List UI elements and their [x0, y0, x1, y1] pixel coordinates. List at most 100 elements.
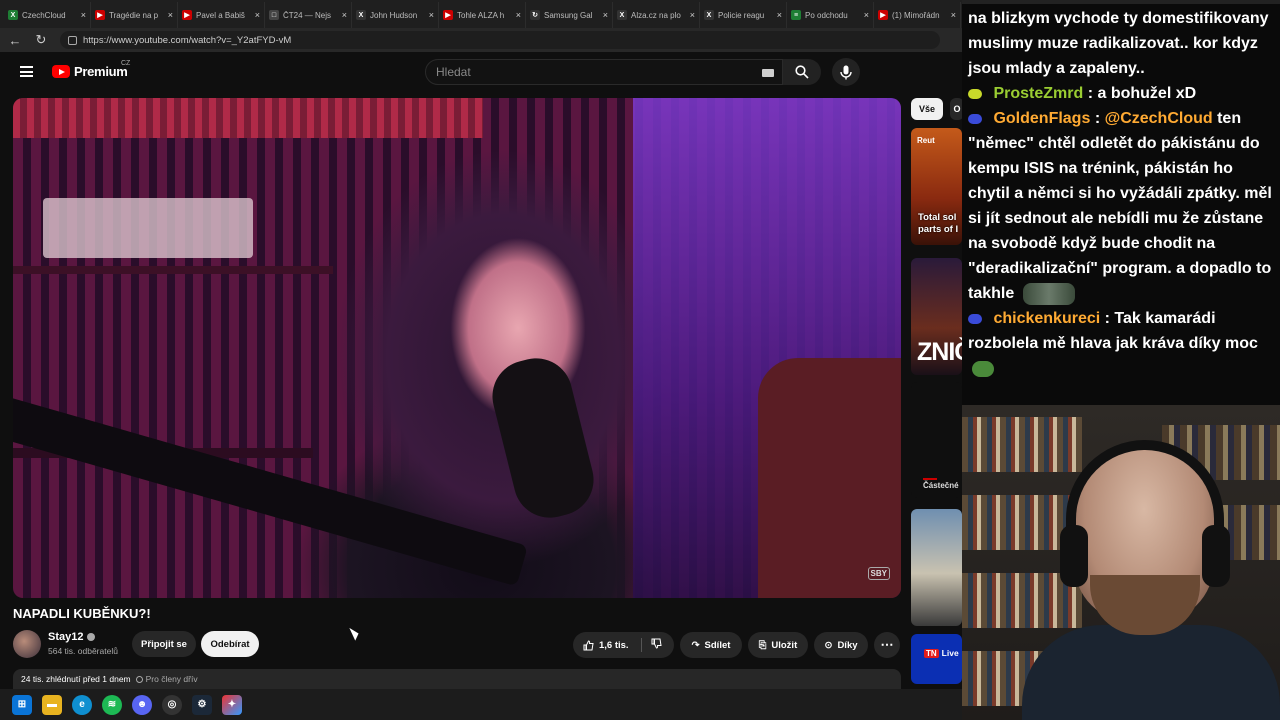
browser-tab[interactable]: ↻ Samsung Gal × — [526, 2, 613, 28]
chat-top-strip — [962, 0, 1280, 4]
tab-favicon-icon: ↻ — [530, 10, 540, 20]
tab-label: John Hudson — [370, 10, 418, 20]
browser-tab[interactable]: ≡ Po odchodu × — [787, 2, 874, 28]
dislike-icon[interactable] — [651, 638, 662, 649]
chat-badge-icon — [968, 313, 982, 324]
close-tab-icon[interactable]: × — [168, 10, 173, 20]
close-tab-icon[interactable]: × — [951, 10, 956, 20]
browser-tab[interactable]: X CzechCloud × — [4, 2, 91, 28]
thanks-button[interactable]: ⊙ Díky — [814, 632, 868, 658]
thumbnail-caption: Částečné — [923, 481, 959, 490]
search-button[interactable] — [783, 59, 821, 85]
share-button[interactable]: ↷ Sdílet — [680, 632, 742, 658]
browser-tab[interactable]: ▶ Tragédie na p × — [91, 2, 178, 28]
mouse-cursor — [349, 625, 361, 641]
browser-tab[interactable]: X John Hudson × — [352, 2, 439, 28]
chat-message: ProsteZmrd : a bohužel xD — [968, 81, 1274, 106]
video-title: NAPADLI KUBĚNKU?! — [13, 606, 151, 621]
bookmark-icon: ⎘ — [758, 639, 767, 651]
super-thanks-icon: ⊙ — [824, 639, 833, 651]
chip-all[interactable]: Vše — [911, 98, 943, 120]
recommended-video-thumbnail[interactable]: Reut Total sol parts of I — [911, 128, 962, 245]
tab-favicon-icon: ▶ — [443, 10, 453, 20]
more-actions-button[interactable]: ⋯ — [874, 632, 900, 658]
headphone-cup — [1060, 525, 1088, 587]
tn-logo: TN — [924, 648, 939, 658]
chat-message-text: : a bohužel xD — [1087, 85, 1197, 102]
reload-icon[interactable]: ↻ — [34, 32, 48, 48]
obs-icon[interactable]: ◎ — [162, 694, 182, 715]
channel-avatar[interactable] — [13, 630, 41, 658]
youtube-premium-logo[interactable]: Premium CZ — [52, 60, 130, 79]
browser-tab[interactable]: ▶ Tohle ALZA h × — [439, 2, 526, 28]
screen: X CzechCloud × ▶ Tragédie na p × ▶ Pavel a Babi… — [0, 0, 1280, 720]
join-button[interactable]: Připojit se — [132, 631, 196, 657]
tab-label: Po odchodu — [805, 10, 848, 20]
recommended-video-thumbnail[interactable] — [911, 509, 962, 626]
video-watermark: SBY — [867, 567, 890, 580]
tab-label: CzechCloud — [22, 10, 66, 20]
streamer-body — [1022, 625, 1280, 720]
channel-name-row[interactable]: Stay12 — [48, 631, 96, 643]
keyboard-icon[interactable] — [762, 69, 774, 77]
bookshelf — [962, 417, 1082, 472]
close-tab-icon[interactable]: × — [864, 10, 869, 20]
like-count[interactable]: 1,6 tis. — [599, 640, 629, 651]
chat-message-text: ten "němec" chtěl odletět do pákistánu d… — [968, 110, 1272, 302]
edge-icon[interactable]: e — [72, 694, 92, 715]
description-box[interactable]: 24 tis. zhlédnutí před 1 dnem Pro členy … — [13, 669, 901, 689]
tab-favicon-icon: X — [8, 10, 18, 20]
search-input[interactable]: Hledat — [425, 59, 783, 85]
headphone-cup — [1202, 525, 1230, 587]
chat-message: GoldenFlags : @CzechCloud ten "němec" ch… — [968, 106, 1274, 306]
steam-icon[interactable]: ⚙ — [192, 694, 212, 715]
save-button[interactable]: ⎘ Uložit — [748, 632, 808, 658]
close-tab-icon[interactable]: × — [429, 10, 434, 20]
recommended-video-thumbnail[interactable]: Částečné — [911, 382, 962, 498]
close-tab-icon[interactable]: × — [342, 10, 347, 20]
address-bar-row: ← ↻ https://www.youtube.com/watch?v=_Y2a… — [0, 28, 962, 52]
search-placeholder: Hledat — [436, 65, 471, 79]
windows-icon[interactable]: ⊞ — [12, 694, 32, 715]
video-player[interactable]: SBY — [13, 98, 901, 598]
tab-favicon-icon: ▶ — [95, 10, 105, 20]
close-tab-icon[interactable]: × — [603, 10, 608, 20]
recommended-video-thumbnail[interactable]: TN Live — [911, 634, 962, 684]
site-info-icon[interactable] — [68, 35, 77, 45]
subscribe-button[interactable]: Odebírat — [201, 631, 259, 657]
live-badge: TN Live — [924, 648, 959, 658]
close-tab-icon[interactable]: × — [81, 10, 86, 20]
chat-emote-icon — [972, 360, 994, 377]
close-tab-icon[interactable]: × — [777, 10, 782, 20]
like-divider — [641, 638, 642, 652]
back-icon[interactable]: ← — [8, 33, 22, 48]
thumbnail-text: ZNIČ — [917, 338, 962, 366]
tab-label: Policie reagu — [718, 10, 765, 20]
close-tab-icon[interactable]: × — [690, 10, 695, 20]
close-tab-icon[interactable]: × — [516, 10, 521, 20]
folder-icon[interactable]: ▬ — [42, 694, 62, 715]
youtube-play-icon — [52, 65, 70, 78]
members-first-badge: Pro členy dřív — [135, 674, 198, 684]
tab-favicon-icon: ≡ — [791, 10, 801, 20]
spotify-icon[interactable]: ≋ — [102, 694, 122, 715]
chat-message-text: na blizkym vychode ty domestifikovany mu… — [968, 10, 1269, 77]
recommended-video-thumbnail[interactable]: ZNIČ — [911, 258, 962, 375]
browser-tab[interactable]: □ ČT24 — Nejs × — [265, 2, 352, 28]
like-icon[interactable] — [583, 639, 594, 651]
browser-tab[interactable]: X Policie reagu × — [700, 2, 787, 28]
voice-search-button[interactable] — [832, 58, 860, 86]
app-icon[interactable]: ✦ — [222, 694, 242, 715]
menu-icon[interactable] — [20, 66, 33, 77]
browser-tab[interactable]: X Alza.cz na plo × — [613, 2, 700, 28]
thanks-label: Díky — [837, 639, 858, 651]
url-field[interactable]: https://www.youtube.com/watch?v=_Y2atFYD… — [60, 31, 940, 49]
discord-icon[interactable]: ☻ — [132, 694, 152, 715]
browser-tab[interactable]: ▶ Pavel a Babiš × — [178, 2, 265, 28]
browser-tab[interactable]: ▶ (1) Mimořádn × — [874, 2, 961, 28]
video-microphone — [484, 350, 602, 526]
channel-name[interactable]: Stay12 — [48, 631, 83, 643]
close-tab-icon[interactable]: × — [255, 10, 260, 20]
tab-label: Tohle ALZA h — [457, 10, 505, 20]
browser-tab-bar: X CzechCloud × ▶ Tragédie na p × ▶ Pavel a Babi… — [0, 0, 962, 28]
